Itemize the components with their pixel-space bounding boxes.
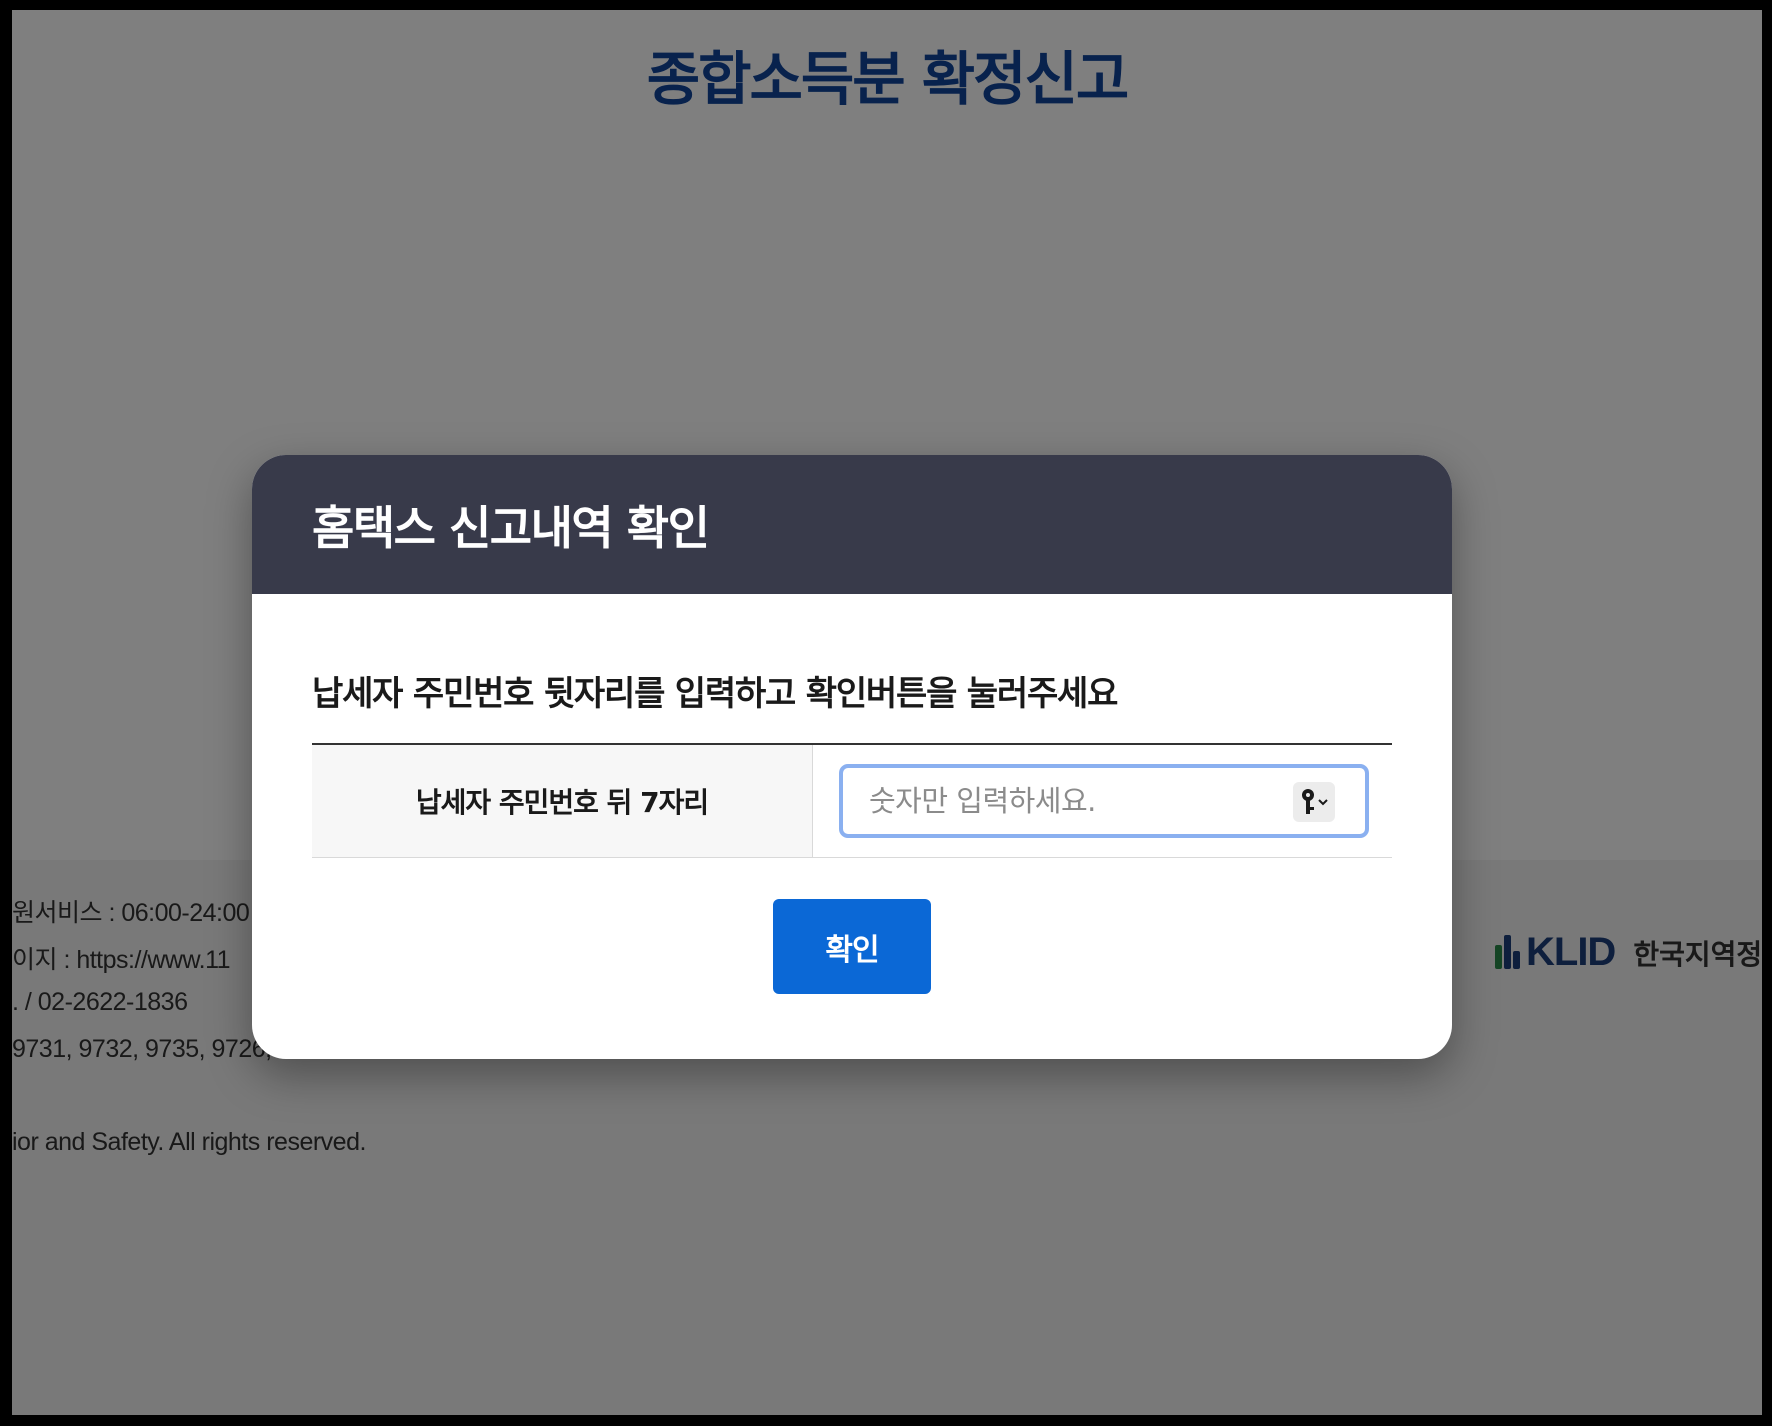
password-key-icon[interactable] xyxy=(1293,782,1335,822)
dialog-header: 홈택스 신고내역 확인 xyxy=(252,455,1452,594)
resident-number-input[interactable] xyxy=(843,767,1291,835)
dialog-body: 납세자 주민번호 뒷자리를 입력하고 확인버튼을 눌러주세요 납세자 주민번호 … xyxy=(252,594,1452,994)
dialog-title: 홈택스 신고내역 확인 xyxy=(312,500,710,555)
dialog-instruction: 납세자 주민번호 뒷자리를 입력하고 확인버튼을 눌러주세요 xyxy=(312,674,1118,714)
verification-dialog: 홈택스 신고내역 확인 납세자 주민번호 뒷자리를 입력하고 확인버튼을 눌러주… xyxy=(252,455,1452,1059)
resident-number-form-row: 납세자 주민번호 뒤 7자리 xyxy=(312,743,1392,858)
resident-number-field xyxy=(839,764,1369,838)
dialog-actions: 확인 xyxy=(312,899,1392,994)
confirm-button[interactable]: 확인 xyxy=(773,899,931,994)
resident-number-input-cell xyxy=(813,745,1392,857)
resident-number-label: 납세자 주민번호 뒤 7자리 xyxy=(312,745,813,857)
